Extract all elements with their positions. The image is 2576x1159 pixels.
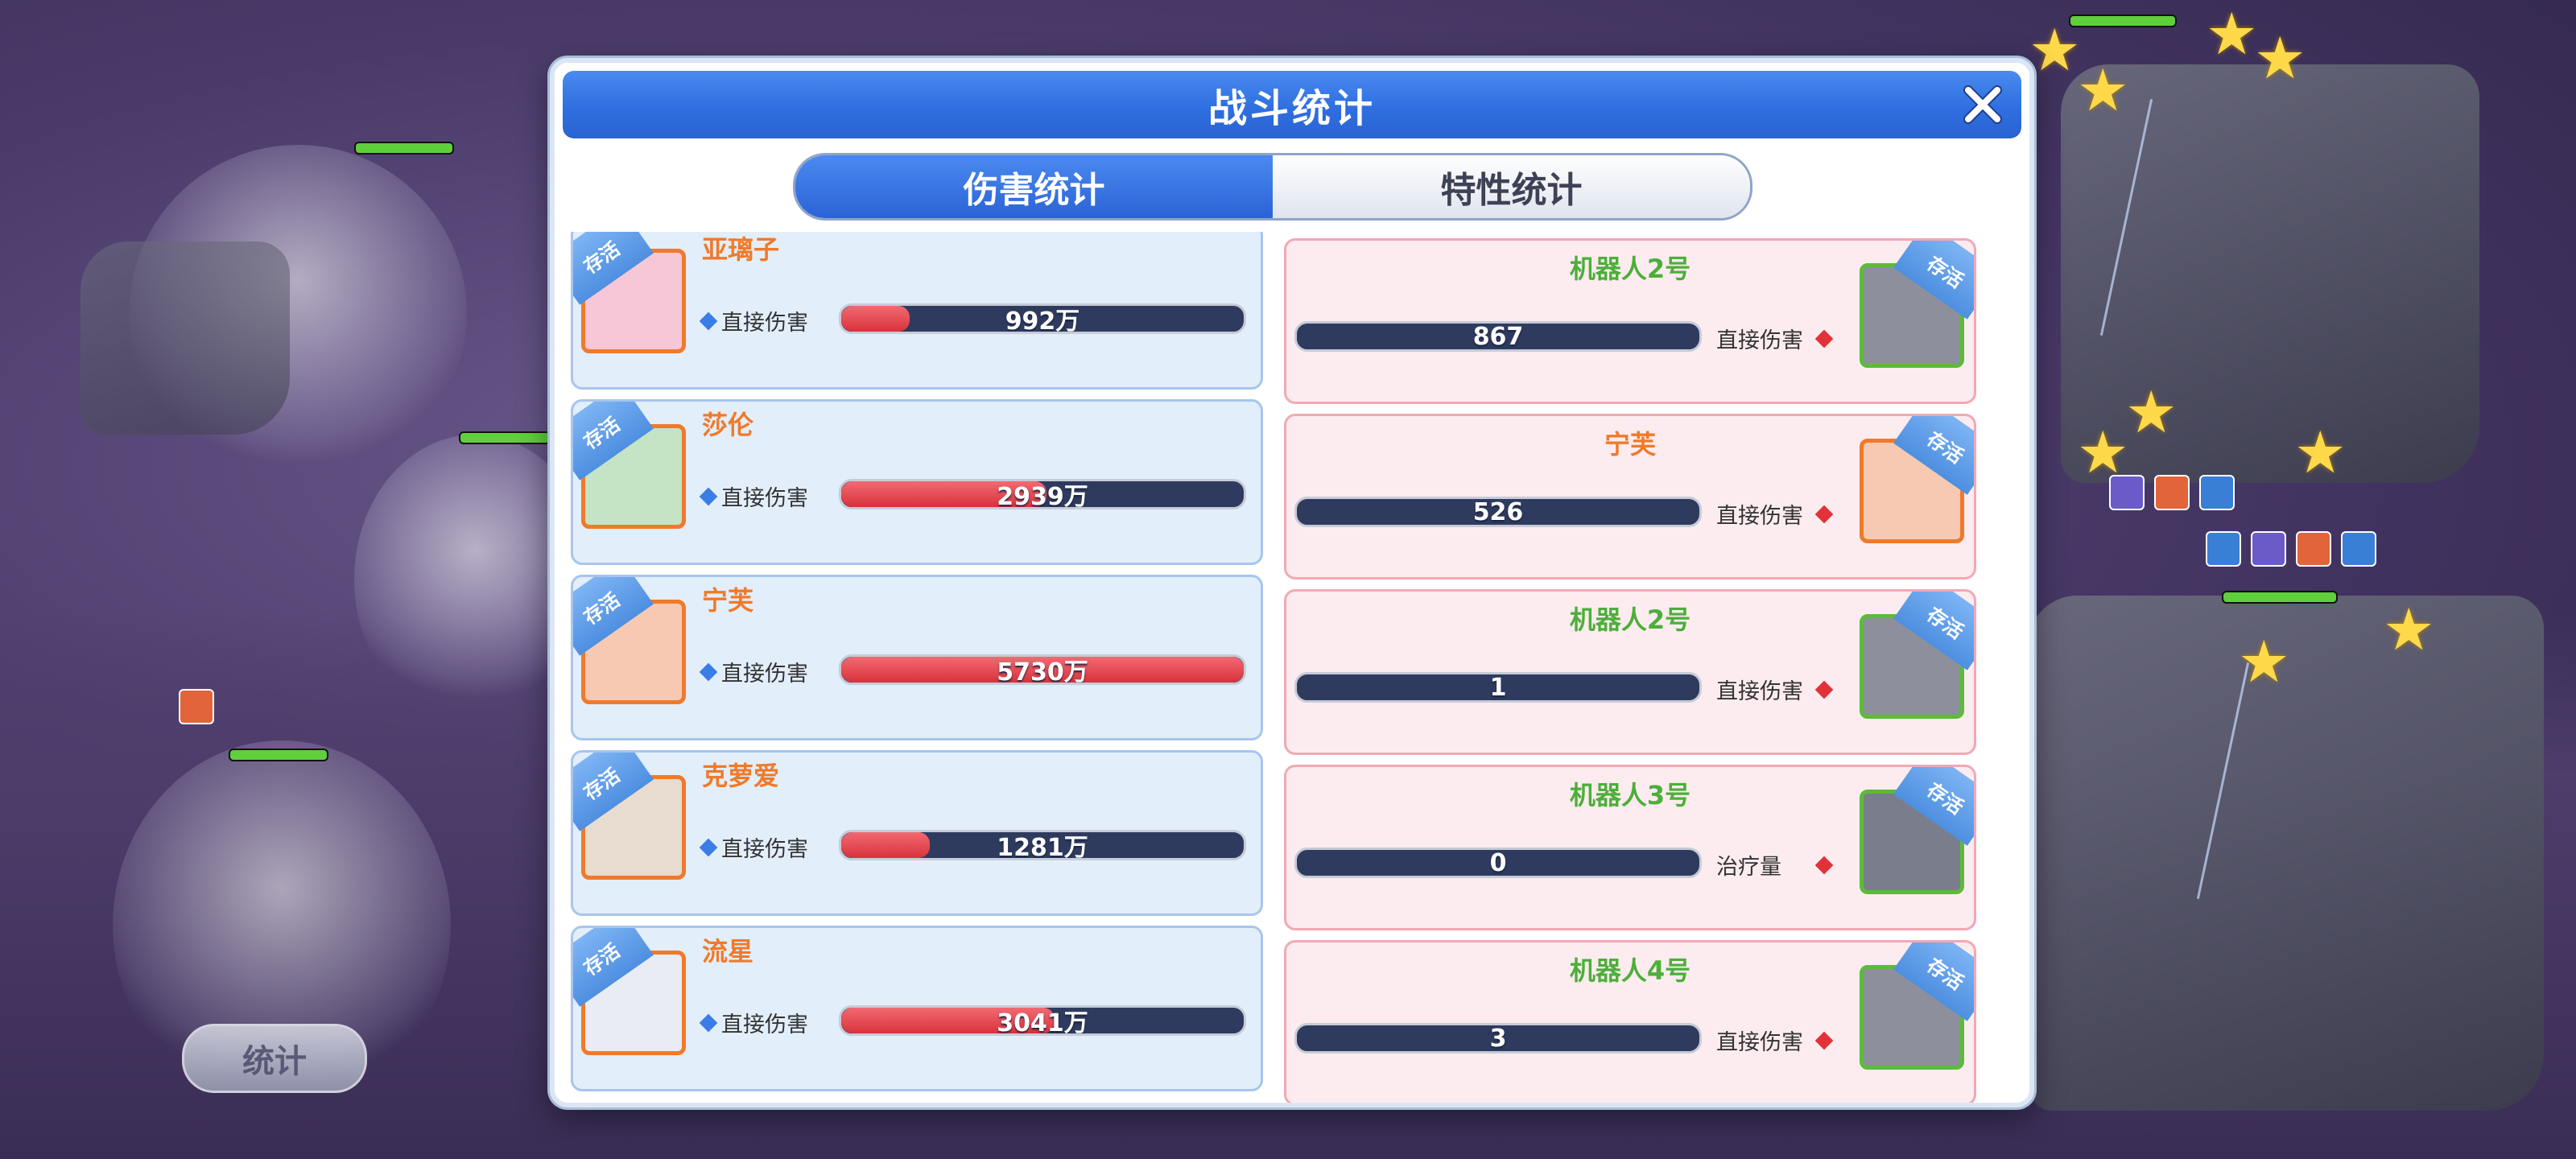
debuff-icon bbox=[2341, 531, 2376, 567]
stat-label-text: 治疗量 bbox=[1716, 855, 1781, 880]
damage-bar: 2939万 bbox=[839, 479, 1246, 509]
blue-diamond-icon bbox=[699, 838, 718, 856]
star-icon: ★ bbox=[2077, 419, 2129, 486]
damage-bar: 1281万 bbox=[839, 830, 1246, 860]
blue-diamond-icon bbox=[699, 662, 718, 681]
stat-label-text: 直接伤害 bbox=[1716, 679, 1803, 704]
blue-diamond-icon bbox=[699, 1013, 718, 1032]
enemy-card: 机器人2号 1 直接伤害 存活 bbox=[1284, 589, 1976, 755]
damage-bar: 526 bbox=[1294, 497, 1702, 527]
star-icon: ★ bbox=[2029, 16, 2081, 84]
tab-trait-stats[interactable]: 特性统计 bbox=[1273, 155, 1750, 218]
stat-label: 直接伤害 bbox=[699, 481, 808, 512]
enemy-hp-bar bbox=[2222, 591, 2338, 604]
enemy-card: 机器人3号 0 治疗量 存活 bbox=[1284, 765, 1976, 930]
star-icon: ★ bbox=[2294, 419, 2347, 486]
buff-icon bbox=[179, 689, 214, 724]
stat-label: 直接伤害 bbox=[1716, 323, 1834, 354]
damage-bar: 992万 bbox=[839, 303, 1246, 334]
star-icon: ★ bbox=[2077, 56, 2129, 124]
damage-value: 526 bbox=[1472, 497, 1524, 526]
stat-label-text: 直接伤害 bbox=[1716, 504, 1803, 529]
ally-hp-bar bbox=[354, 142, 454, 155]
damage-bar: 1 bbox=[1294, 672, 1702, 703]
red-diamond-icon bbox=[1814, 680, 1834, 699]
dialog-header: 战斗统计 bbox=[563, 71, 2021, 138]
statistics-button[interactable]: 统计 bbox=[182, 1024, 367, 1093]
stat-label-text: 直接伤害 bbox=[721, 486, 808, 511]
ally-card: 存活 流星 直接伤害 3041万 bbox=[571, 926, 1263, 1091]
stat-label: 治疗量 bbox=[1716, 849, 1834, 881]
damage-bar: 867 bbox=[1294, 321, 1702, 352]
stat-label: 直接伤害 bbox=[699, 656, 808, 687]
enemy-card: 机器人4号 3 直接伤害 存活 bbox=[1284, 940, 1976, 1103]
damage-value: 5730万 bbox=[997, 658, 1088, 685]
stat-label: 直接伤害 bbox=[1716, 1025, 1834, 1056]
ally-card: 存活 克萝爱 直接伤害 1281万 bbox=[571, 750, 1263, 916]
red-diamond-icon bbox=[1814, 856, 1834, 874]
damage-value: 992万 bbox=[1005, 307, 1080, 334]
debuff-icon bbox=[2206, 531, 2241, 567]
enemy-hp-bar bbox=[2069, 14, 2177, 27]
red-diamond-icon bbox=[1814, 1031, 1834, 1050]
ally-name: 克萝爱 bbox=[702, 761, 780, 791]
damage-value: 867 bbox=[1472, 322, 1524, 351]
close-icon bbox=[1963, 85, 2002, 124]
damage-value: 0 bbox=[1489, 848, 1507, 877]
damage-bar: 3041万 bbox=[839, 1005, 1246, 1036]
debuff-icon bbox=[2154, 475, 2190, 510]
damage-bar: 3 bbox=[1294, 1023, 1702, 1054]
star-icon: ★ bbox=[2206, 0, 2258, 68]
damage-bar: 0 bbox=[1294, 848, 1702, 878]
battle-stats-dialog: 战斗统计 伤害统计 特性统计 存活 亚璃子 直接伤害 992万 存活 莎伦 直接… bbox=[550, 58, 2034, 1107]
close-button[interactable] bbox=[1957, 79, 2008, 130]
star-icon: ★ bbox=[2125, 378, 2178, 446]
enemy-card: 宁芙 526 直接伤害 存活 bbox=[1284, 414, 1976, 580]
star-icon: ★ bbox=[2254, 24, 2306, 92]
red-diamond-icon bbox=[1814, 329, 1834, 348]
star-icon: ★ bbox=[2238, 628, 2290, 695]
debuff-icon bbox=[2199, 475, 2235, 510]
stat-label-text: 直接伤害 bbox=[1716, 1030, 1803, 1055]
damage-value: 3041万 bbox=[997, 1009, 1088, 1036]
ally-hp-bar bbox=[229, 749, 328, 761]
stat-label: 直接伤害 bbox=[699, 831, 808, 863]
stats-tabs: 伤害统计 特性统计 bbox=[793, 153, 1752, 221]
stat-label: 直接伤害 bbox=[1716, 674, 1834, 705]
stat-label: 直接伤害 bbox=[699, 305, 808, 336]
damage-bar: 5730万 bbox=[839, 654, 1246, 685]
dialog-title: 战斗统计 bbox=[1208, 86, 1376, 131]
stat-label: 直接伤害 bbox=[699, 1007, 808, 1038]
damage-value: 1 bbox=[1489, 673, 1507, 702]
stat-label-text: 直接伤害 bbox=[721, 311, 808, 336]
ally-card: 存活 亚璃子 直接伤害 992万 bbox=[571, 232, 1263, 390]
tab-damage-stats[interactable]: 伤害统计 bbox=[795, 155, 1273, 218]
damage-value: 2939万 bbox=[997, 483, 1088, 509]
ally-card: 存活 宁芙 直接伤害 5730万 bbox=[571, 575, 1263, 740]
ally-name: 亚璃子 bbox=[702, 234, 780, 265]
stat-label-text: 直接伤害 bbox=[721, 837, 808, 862]
ally-card: 存活 莎伦 直接伤害 2939万 bbox=[571, 399, 1263, 565]
debuff-icon bbox=[2251, 531, 2286, 567]
ally-mech bbox=[80, 241, 290, 435]
enemy-card: 机器人2号 867 直接伤害 存活 bbox=[1284, 238, 1976, 404]
debuff-icon bbox=[2296, 531, 2331, 567]
red-diamond-icon bbox=[1814, 505, 1834, 523]
damage-value: 3 bbox=[1489, 1024, 1507, 1053]
stat-label-text: 直接伤害 bbox=[721, 1013, 808, 1037]
stat-label: 直接伤害 bbox=[1716, 498, 1834, 530]
blue-diamond-icon bbox=[699, 311, 718, 330]
damage-value: 1281万 bbox=[997, 834, 1088, 860]
ally-name: 流星 bbox=[702, 936, 754, 967]
ally-name: 莎伦 bbox=[702, 410, 754, 440]
blue-diamond-icon bbox=[699, 487, 718, 505]
stats-list[interactable]: 存活 亚璃子 直接伤害 992万 存活 莎伦 直接伤害 2939万 存活 宁芙 … bbox=[571, 232, 2013, 1103]
star-icon: ★ bbox=[2383, 596, 2435, 663]
stat-label-text: 直接伤害 bbox=[1716, 328, 1803, 353]
ally-name: 宁芙 bbox=[702, 585, 754, 616]
stat-label-text: 直接伤害 bbox=[721, 662, 808, 687]
ally-hp-bar bbox=[459, 431, 551, 444]
